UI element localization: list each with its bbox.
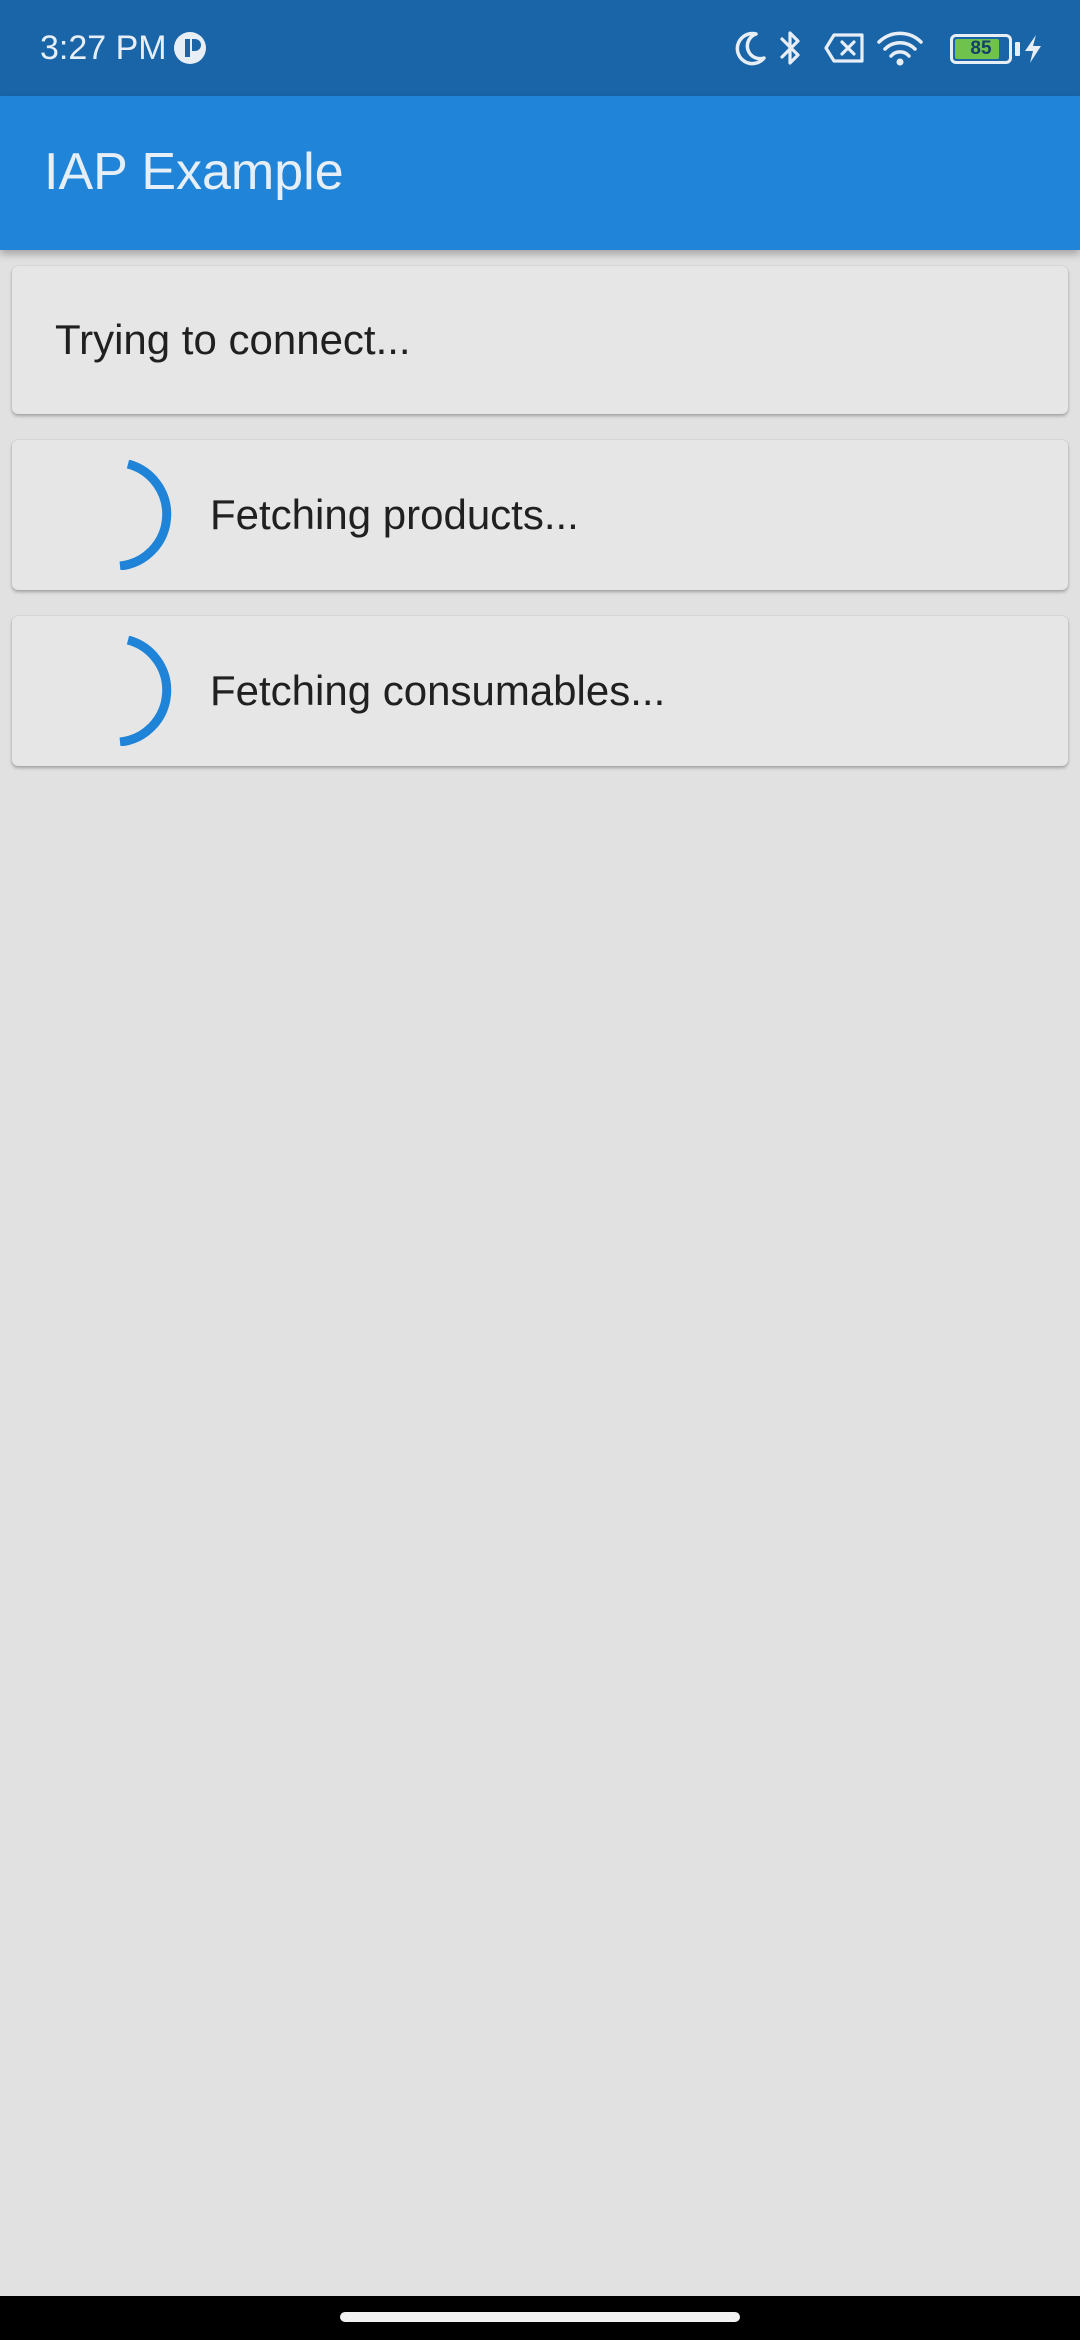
status-time: 3:27 PM — [40, 29, 167, 67]
app-notification-icon — [174, 32, 206, 64]
connection-status-card: Trying to connect... — [12, 266, 1068, 414]
wifi-icon — [877, 31, 923, 66]
battery-cap — [1015, 42, 1020, 56]
charging-bolt-icon — [1025, 35, 1041, 63]
moon-icon — [735, 31, 766, 66]
status-bar: 3:27 PM 85 — [0, 0, 1080, 96]
loading-spinner-icon — [119, 636, 172, 746]
app-title: IAP Example — [44, 143, 344, 201]
consumables-loading-card: Fetching consumables... — [12, 616, 1068, 766]
bluetooth-icon — [780, 31, 800, 65]
consumables-loading-text: Fetching consumables... — [210, 667, 666, 714]
app-bar: IAP Example — [0, 96, 1080, 250]
navigation-bar — [0, 2296, 1080, 2340]
products-loading-card: Fetching products... — [12, 440, 1068, 590]
no-sim-icon — [824, 33, 864, 63]
battery-icon: 85 — [950, 34, 1012, 64]
battery-level: 85 — [970, 38, 992, 59]
products-loading-text: Fetching products... — [210, 491, 579, 538]
screen: 3:27 PM 85 IAP Example Trying to connect… — [0, 0, 1080, 2340]
home-indicator[interactable] — [340, 2312, 740, 2322]
loading-spinner-icon — [119, 460, 172, 570]
connection-status-text: Trying to connect... — [55, 316, 411, 363]
